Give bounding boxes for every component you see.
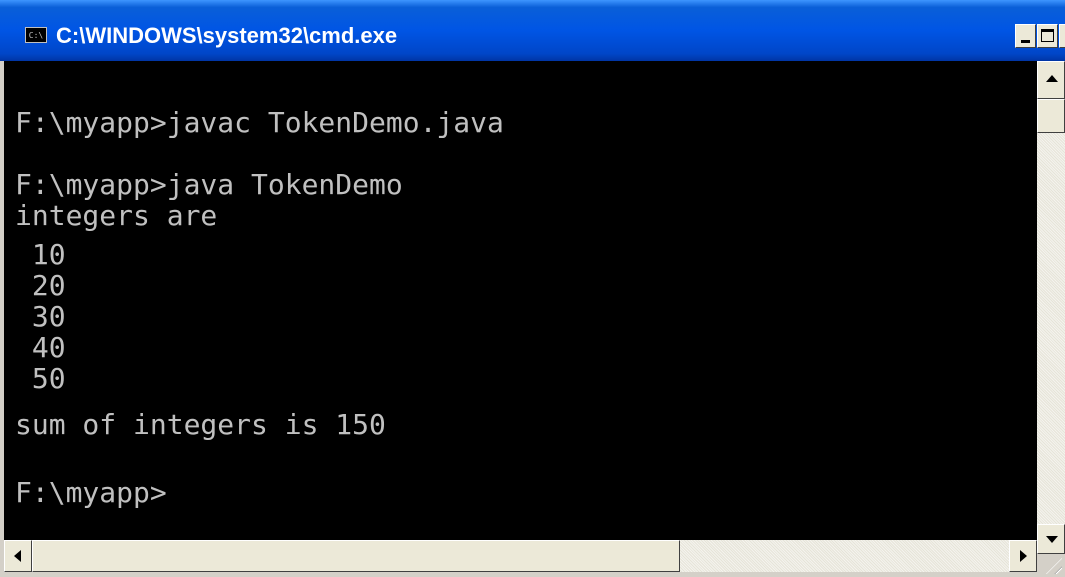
scroll-left-button[interactable] (4, 540, 32, 572)
console-line: 50 (15, 362, 66, 395)
console-line: 30 (15, 300, 66, 333)
horizontal-scroll-thumb[interactable] (32, 540, 680, 572)
minimize-icon (1021, 40, 1030, 43)
console-window-icon[interactable]: C:\ (25, 27, 47, 43)
console-line: sum of integers is 150 (15, 408, 386, 441)
scroll-up-button[interactable] (1037, 61, 1065, 99)
console-line: 20 (15, 269, 66, 302)
console-line: 40 (15, 331, 66, 364)
console-line: F:\myapp>javac TokenDemo.java (15, 106, 504, 139)
arrow-down-icon (1046, 536, 1058, 543)
console-prompt: F:\myapp> (15, 476, 167, 509)
console-output[interactable]: F:\myapp>javac TokenDemo.java F:\myapp>j… (4, 61, 1037, 540)
console-line: F:\myapp>java TokenDemo (15, 168, 403, 201)
resize-grip[interactable] (1037, 554, 1065, 577)
arrow-up-icon (1046, 75, 1058, 82)
close-button[interactable] (1059, 24, 1065, 48)
arrow-left-icon (14, 550, 21, 562)
maximize-icon (1041, 29, 1054, 42)
maximize-button[interactable] (1037, 24, 1058, 48)
resize-grip-icon (1046, 558, 1062, 574)
title-bar[interactable]: C:\ C:\WINDOWS\system32\cmd.exe (0, 0, 1065, 61)
scroll-down-button[interactable] (1037, 524, 1065, 554)
minimize-button[interactable] (1015, 24, 1036, 48)
console-line: 10 (15, 238, 66, 271)
console-line: integers are (15, 199, 218, 232)
window-title: C:\WINDOWS\system32\cmd.exe (56, 23, 398, 48)
vertical-scroll-thumb[interactable] (1037, 99, 1065, 133)
arrow-right-icon (1020, 550, 1027, 562)
cmd-window: C:\ C:\WINDOWS\system32\cmd.exe F:\myapp… (0, 0, 1065, 577)
scroll-right-button[interactable] (1009, 540, 1037, 572)
